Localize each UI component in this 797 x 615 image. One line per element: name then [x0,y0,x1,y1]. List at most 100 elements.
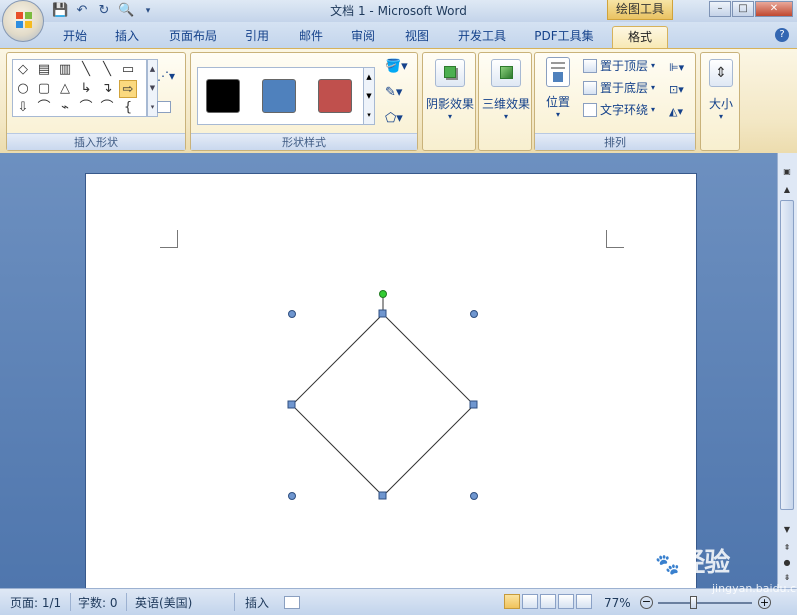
right-arrow-shape-icon[interactable]: ⇨ [119,80,137,98]
position-dropdown-icon: ▾ [555,110,560,119]
draft-view-icon[interactable] [576,594,592,609]
language-indicator[interactable]: 英语(美国) [135,594,192,612]
vertical-scrollbar[interactable]: ▣ ▲ ▼ ⇞ ● ⇟ [777,153,797,588]
print-layout-view-icon[interactable] [504,594,520,609]
resize-handle-bottom-right[interactable] [470,492,478,500]
status-bar: 页面: 1/1 字数: 0 英语(美国) 插入 77% − + [0,588,797,615]
tab-format[interactable]: 格式 [612,26,668,48]
window-title: 文档 1 - Microsoft Word [330,4,467,18]
zoom-level[interactable]: 77% [604,594,631,612]
status-divider [234,593,235,611]
scroll-up-icon[interactable]: ▲ [780,183,794,197]
scroll-thumb[interactable] [780,200,794,510]
text-box-icon[interactable] [157,101,171,113]
previous-page-icon[interactable]: ⇞ [780,541,794,555]
group-objects-icon[interactable]: ⊡▾ [669,79,684,101]
paw-logo-icon: 🐾 [655,552,680,576]
line-shape-icon[interactable]: ╲ [77,61,95,79]
diamond-shape[interactable] [291,313,475,497]
diamond-shape-icon[interactable]: ◇ [14,61,32,79]
group-arrange: 位置 ▾ 置于顶层 ▾ 置于底层 ▾ 文字环绕 ▾ ⊫▾ ⊡▾ ◭▾ 排列 [534,52,696,151]
close-button[interactable]: ✕ [755,1,793,17]
styles-scroll[interactable]: ▲ ▼ ▾ [363,67,375,125]
tab-view[interactable]: 视图 [398,26,436,48]
group-shadow-effects: 阴影效果 ▾ [422,52,476,151]
office-button[interactable] [2,0,44,42]
tab-pdf-tools[interactable]: PDF工具集 [528,26,600,48]
zoom-slider-thumb[interactable] [689,596,697,609]
bring-to-front-button[interactable]: 置于顶层 ▾ [583,57,655,75]
group-insert-shapes: ◇ ▤ ▥ ╲ ╲ ▭ ○ ▢ △ ↳ ↴ ⇨ ⇩ ⌒ ⌁ ⌒ ⌒ { ▲ ▼ ▾ … [6,52,186,151]
style-swatch-blue[interactable] [262,79,296,113]
tab-page-layout[interactable]: 页面布局 [162,26,224,48]
3d-effects-button[interactable]: 三维效果 ▾ [479,59,533,121]
resize-handle-top-left[interactable] [288,310,296,318]
brace-shape-icon[interactable]: { [119,99,137,117]
down-arrow-shape-icon[interactable]: ⇩ [14,99,32,117]
style-swatch-red[interactable] [318,79,352,113]
line-color-icon[interactable]: ✎▾ [385,85,402,100]
cloud-shape-icon[interactable]: ⌒ [35,99,53,117]
send-back-label: 置于底层 [600,81,649,95]
insert-mode[interactable]: 插入 [245,594,269,612]
vertical-textbox-shape-icon[interactable]: ▥ [56,61,74,79]
rotate-icon[interactable]: ◭▾ [669,101,684,123]
elbow-arrow-shape-icon[interactable]: ↴ [98,80,116,98]
baidu-watermark: Bai🐾经验 [612,542,730,579]
maximize-button[interactable]: □ [732,1,754,17]
triangle-shape-icon[interactable]: △ [56,80,74,98]
size-button[interactable]: ⇕ 大小 ▾ [701,59,741,121]
position-label: 位置 [545,95,570,109]
zoom-slider-track[interactable] [658,602,752,604]
rectangle-shape-icon[interactable]: ▭ [119,61,137,79]
page-count[interactable]: 页面: 1/1 [10,594,61,612]
help-icon[interactable]: ? [775,28,789,42]
tab-review[interactable]: 审阅 [344,26,382,48]
ruler-toggle-icon[interactable]: ▣ [780,165,794,179]
arrow-line-shape-icon[interactable]: ╲ [98,61,116,79]
web-layout-icon[interactable] [540,594,556,609]
elbow-connector-shape-icon[interactable]: ↳ [77,80,95,98]
curve-shape-icon[interactable]: ⌒ [98,99,116,117]
macro-record-icon[interactable] [284,596,300,609]
resize-handle-bottom-left[interactable] [288,492,296,500]
resize-handle-right[interactable] [469,400,478,409]
document-page[interactable] [85,173,697,593]
shadow-effects-button[interactable]: 阴影效果 ▾ [423,59,477,121]
resize-handle-top-right[interactable] [470,310,478,318]
arc-shape-icon[interactable]: ⌒ [77,99,95,117]
resize-handle-top[interactable] [378,309,387,318]
lightning-shape-icon[interactable]: ⌁ [56,99,74,117]
tab-references[interactable]: 引用 [238,26,276,48]
text-wrap-button[interactable]: 文字环绕 ▾ [583,101,655,119]
minimize-button[interactable]: – [709,1,731,17]
scroll-down-icon[interactable]: ▼ [780,523,794,537]
zoom-in-icon[interactable]: + [758,596,771,609]
tab-mailings[interactable]: 邮件 [292,26,330,48]
ribbon-tabs: 开始 插入 页面布局 引用 邮件 审阅 视图 开发工具 PDF工具集 格式 [0,22,797,48]
tab-home[interactable]: 开始 [56,26,94,48]
change-shape-icon[interactable]: ⬠▾ [385,111,403,126]
fill-color-icon[interactable]: 🪣▾ [385,59,408,74]
browse-object-icon[interactable]: ● [780,556,794,570]
outline-view-icon[interactable] [558,594,574,609]
align-icon[interactable]: ⊫▾ [669,57,684,79]
rotation-handle[interactable] [379,290,387,298]
textbox-shape-icon[interactable]: ▤ [35,61,53,79]
word-count[interactable]: 字数: 0 [78,594,118,612]
group-label-shape-styles: 形状样式 [191,133,417,150]
zoom-out-icon[interactable]: − [640,596,653,609]
full-screen-reading-icon[interactable] [522,594,538,609]
bring-front-label: 置于顶层 [600,59,649,73]
resize-handle-bottom[interactable] [378,491,387,500]
tab-insert[interactable]: 插入 [108,26,146,48]
send-to-back-button[interactable]: 置于底层 ▾ [583,79,655,97]
rounded-rect-shape-icon[interactable]: ▢ [35,80,53,98]
oval-shape-icon[interactable]: ○ [14,80,32,98]
position-button[interactable]: 位置 ▾ [539,57,577,119]
shadow-icon [435,59,465,87]
tab-developer[interactable]: 开发工具 [450,26,514,48]
edit-shape-icon[interactable]: ⋰▾ [157,69,175,83]
resize-handle-left[interactable] [287,400,296,409]
style-swatch-black[interactable] [206,79,240,113]
